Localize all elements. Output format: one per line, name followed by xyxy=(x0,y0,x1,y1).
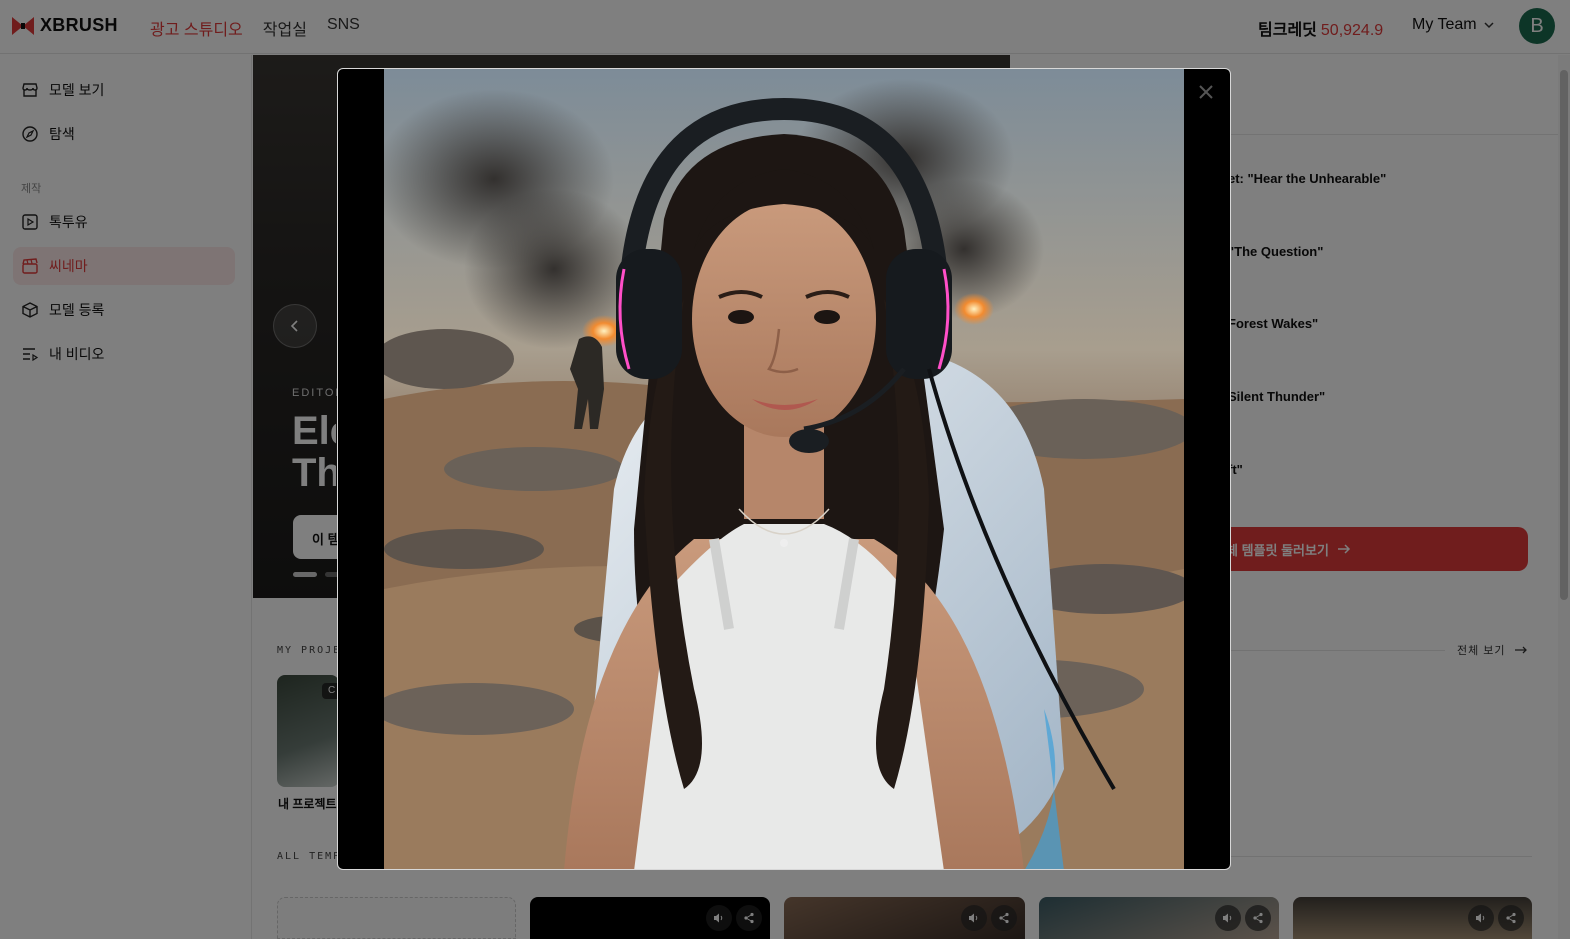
close-icon[interactable] xyxy=(1196,82,1216,102)
video-player[interactable] xyxy=(384,69,1184,869)
video-modal xyxy=(337,68,1231,870)
video-frame xyxy=(384,69,1184,869)
